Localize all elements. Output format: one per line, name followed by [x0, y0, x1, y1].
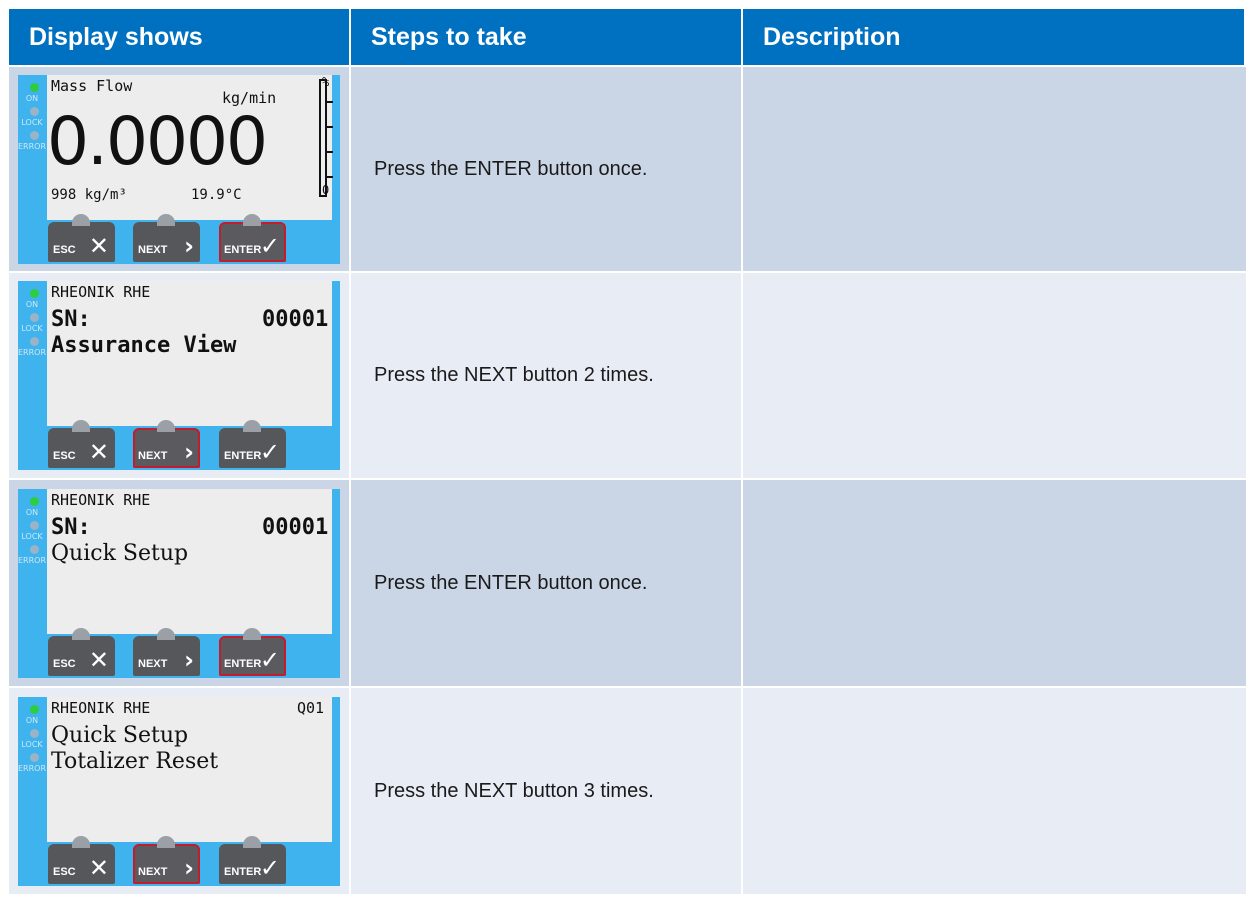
- device-panel: ON LOCK ERROR RHEONIK RHE SN: 00001 Quic…: [18, 488, 340, 678]
- instruction-table: Display shows Steps to take Description …: [9, 9, 1246, 894]
- lcd-line-2-left: Quick Setup: [51, 722, 189, 748]
- close-icon: ✕: [88, 645, 109, 674]
- lcd-temperature: 19.9°C: [191, 186, 242, 203]
- lock-led-icon: [30, 520, 39, 530]
- lcd-density: 998 kg/m³: [51, 186, 127, 203]
- esc-button[interactable]: ESC ✕: [48, 420, 115, 468]
- on-led-icon: [30, 704, 39, 714]
- bar-bottom-label: 0: [322, 182, 330, 197]
- checkmark-icon: ✓: [259, 853, 280, 882]
- next-button[interactable]: NEXT ›: [133, 627, 200, 676]
- lcd-line-1-right: Q01: [297, 698, 325, 717]
- lock-led-icon: [30, 106, 39, 116]
- description-cell: [743, 271, 1246, 478]
- chevron-right-icon: ›: [184, 853, 194, 882]
- enter-button[interactable]: ENTER ✓: [219, 835, 286, 884]
- description-cell: [743, 65, 1246, 271]
- lcd-line-2-left: SN:: [51, 307, 91, 332]
- close-icon: ✕: [88, 853, 109, 882]
- status-leds: ON LOCK ERROR: [18, 489, 46, 678]
- next-button[interactable]: NEXT ›: [133, 420, 200, 468]
- lock-led-icon: [30, 728, 39, 738]
- checkmark-icon: ✓: [259, 231, 280, 260]
- checkmark-icon: ✓: [259, 438, 280, 466]
- header-description: Description: [743, 9, 1246, 65]
- enter-button[interactable]: ENTER ✓: [219, 213, 286, 262]
- chevron-right-icon: ›: [184, 645, 194, 674]
- checkmark-icon: ✓: [259, 645, 280, 674]
- lcd-screen: Mass Flow kg/min 0.0000 998 kg/m³ 19.9°C…: [47, 74, 333, 220]
- lcd-line-2-right: 00001: [262, 514, 329, 540]
- enter-button[interactable]: ENTER ✓: [219, 420, 286, 468]
- error-led-icon: [30, 752, 39, 762]
- lcd-line-2-right: 00001: [262, 307, 329, 332]
- led-label-error: ERROR: [18, 348, 47, 357]
- lcd-line-3: Totalizer Reset: [51, 748, 219, 774]
- chevron-right-icon: ›: [184, 438, 194, 466]
- next-button[interactable]: NEXT ›: [133, 213, 200, 262]
- esc-button[interactable]: ESC ✕: [48, 627, 115, 676]
- lcd-line-1: RHEONIK RHE: [51, 490, 151, 509]
- step-text: Press the NEXT button 2 times.: [374, 364, 654, 386]
- step-text: Press the NEXT button 3 times.: [374, 779, 654, 802]
- on-led-icon: [30, 496, 39, 506]
- led-label-on: ON: [25, 507, 39, 517]
- led-label-lock: LOCK: [21, 531, 43, 541]
- next-button[interactable]: NEXT ›: [133, 835, 200, 884]
- lcd-screen: RHEONIK RHE Q01 Quick Setup Totalizer Re…: [47, 696, 332, 842]
- display-cell: ON LOCK ERROR RHEONIK RHE SN: 00001 Quic…: [9, 478, 351, 686]
- lcd-line-2-left: SN:: [51, 514, 91, 540]
- enter-button[interactable]: ENTER ✓: [219, 627, 286, 676]
- chevron-right-icon: ›: [184, 231, 194, 260]
- led-label-on: ON: [25, 715, 39, 725]
- lcd-line-3: Assurance View: [51, 333, 237, 358]
- step-text: Press the ENTER button once.: [374, 157, 648, 180]
- display-cell: ON LOCK ERROR RHEONIK RHE Q01 Quick Setu…: [9, 686, 351, 894]
- description-cell: [743, 478, 1246, 686]
- step-text: Press the ENTER button once.: [374, 571, 648, 594]
- on-led-icon: [30, 289, 39, 298]
- status-leds: ON LOCK ERROR: [18, 75, 46, 264]
- steps-cell: Press the ENTER button once.: [351, 65, 743, 271]
- status-leds: ON LOCK ERROR: [18, 281, 46, 470]
- steps-cell: Press the NEXT button 2 times.: [351, 271, 743, 478]
- led-label-lock: LOCK: [21, 739, 43, 749]
- lcd-screen: RHEONIK RHE SN: 00001 Assurance View: [47, 281, 332, 426]
- on-led-icon: [30, 82, 39, 92]
- lcd-line-1: RHEONIK RHE: [51, 283, 151, 301]
- device-panel: ON LOCK ERROR RHEONIK RHE SN: 00001 Assu…: [18, 281, 340, 470]
- header-steps-to-take: Steps to take: [351, 9, 743, 65]
- led-label-error: ERROR: [18, 763, 47, 773]
- close-icon: ✕: [88, 231, 109, 260]
- display-cell: ON LOCK ERROR Mass Flow kg/min 0.0000 99…: [9, 65, 351, 271]
- led-label-on: ON: [25, 300, 39, 309]
- device-panel: ON LOCK ERROR Mass Flow kg/min 0.0000 99…: [18, 74, 340, 264]
- header-display-shows: Display shows: [9, 9, 351, 65]
- esc-button[interactable]: ESC ✕: [48, 213, 115, 262]
- description-cell: [743, 686, 1246, 894]
- error-led-icon: [30, 130, 39, 140]
- lcd-screen: RHEONIK RHE SN: 00001 Quick Setup: [47, 488, 332, 634]
- steps-cell: Press the NEXT button 3 times.: [351, 686, 743, 894]
- lcd-title: Mass Flow: [51, 76, 133, 95]
- bar-top-label: %: [322, 74, 330, 89]
- lcd-line-3: Quick Setup: [51, 540, 189, 566]
- lcd-line-1: RHEONIK RHE: [51, 698, 151, 717]
- close-icon: ✕: [88, 438, 109, 466]
- steps-cell: Press the ENTER button once.: [351, 478, 743, 686]
- led-label-on: ON: [25, 93, 39, 103]
- lock-led-icon: [30, 313, 39, 322]
- led-label-lock: LOCK: [21, 117, 43, 127]
- led-label-error: ERROR: [18, 555, 47, 565]
- device-panel: ON LOCK ERROR RHEONIK RHE Q01 Quick Setu…: [18, 696, 340, 886]
- error-led-icon: [30, 337, 39, 346]
- level-bar: [319, 78, 333, 197]
- led-label-error: ERROR: [18, 141, 47, 151]
- lcd-flow-value: 0.0000: [47, 102, 268, 180]
- status-leds: ON LOCK ERROR: [18, 697, 46, 886]
- display-cell: ON LOCK ERROR RHEONIK RHE SN: 00001 Assu…: [9, 271, 351, 478]
- error-led-icon: [30, 544, 39, 554]
- esc-button[interactable]: ESC ✕: [48, 835, 115, 884]
- led-label-lock: LOCK: [21, 324, 43, 333]
